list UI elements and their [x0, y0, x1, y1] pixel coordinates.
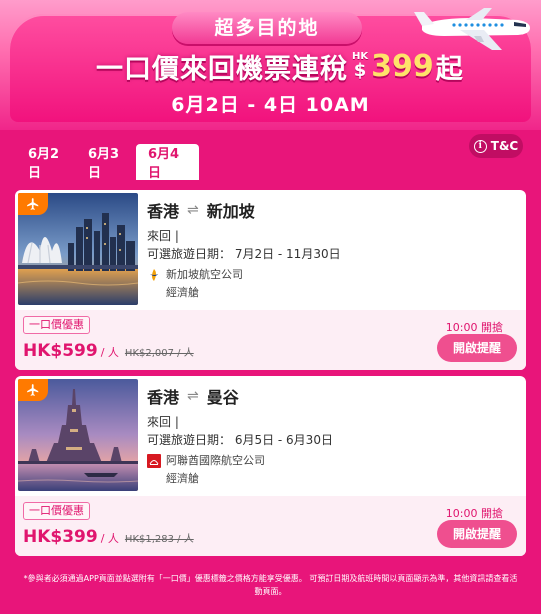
origin-city: 香港	[147, 388, 180, 407]
per-person: / 人	[100, 346, 119, 359]
price-row: HK$599 / 人 HK$2,007 / 人	[23, 341, 194, 361]
airline-info: 阿聯酋國際航空公司 經濟艙	[147, 452, 265, 488]
route: 香港 ⇌ 曼谷	[147, 384, 239, 408]
cabin-class: 經濟艙	[166, 286, 199, 299]
airline-name: 新加坡航空公司	[166, 268, 243, 281]
destination-city: 新加坡	[206, 202, 255, 221]
destination-city: 曼谷	[206, 388, 239, 407]
deal-tag: 一口價優惠	[23, 502, 90, 520]
promo-banner: 超多目的地 一口價來回機票連稅 HK $ 399 起 6月2日 - 4日 10A…	[0, 0, 541, 130]
deal-price: HK$399	[23, 527, 98, 547]
currency-symbol: $	[353, 60, 367, 81]
banner-subtitle: 超多目的地	[172, 12, 362, 44]
per-person: / 人	[100, 532, 119, 545]
set-reminder-button[interactable]: 開啟提醒	[437, 334, 517, 362]
trip-type: 來回 |	[147, 415, 179, 429]
route: 香港 ⇌ 新加坡	[147, 198, 255, 222]
deal-price-panel: 一口價優惠 HK$399 / 人 HK$1,283 / 人 10:00 開搶 開…	[15, 496, 526, 556]
tab-jun-2[interactable]: 6月2日	[16, 144, 74, 181]
plane-icon	[18, 193, 48, 215]
singapore-skyline-photo	[18, 193, 138, 305]
promo-page: 超多目的地 一口價來回機票連稅 HK $ 399 起 6月2日 - 4日 10A…	[0, 0, 541, 614]
open-time: 10:00 開搶	[445, 321, 503, 334]
original-price: HK$1,283 / 人	[124, 534, 194, 545]
date-tabs: 6月2日 6月3日 6月4日	[16, 144, 201, 181]
bangkok-temple-photo	[18, 379, 138, 491]
tab-jun-3[interactable]: 6月3日	[76, 144, 134, 181]
currency-mark: HK $	[352, 52, 368, 80]
original-price: HK$2,007 / 人	[124, 348, 194, 359]
emirates-logo	[147, 454, 161, 468]
plane-icon	[18, 379, 48, 401]
footer-disclaimer: *參與者必須通過APP頁面並點選附有「一口價」優惠標籤之價格方能享受優惠。 可預…	[23, 574, 518, 596]
deal-price: HK$599	[23, 341, 98, 361]
deal-price-panel: 一口價優惠 HK$599 / 人 HK$2,007 / 人 10:00 開搶 開…	[15, 310, 526, 370]
banner-headline: 一口價來回機票連稅 HK $ 399 起	[96, 46, 463, 86]
travel-dates: 可選旅遊日期： 6月5日 - 6月30日	[147, 433, 333, 447]
airline-info: 新加坡航空公司 經濟艙	[147, 266, 243, 302]
banner-date-range: 6月2日 - 4日 10AM	[171, 94, 370, 116]
travel-dates: 可選旅遊日期： 7月2日 - 11月30日	[147, 247, 341, 261]
round-trip-arrows: ⇌	[187, 202, 199, 218]
tab-jun-4[interactable]: 6月4日	[136, 144, 199, 181]
open-time: 10:00 開搶	[445, 507, 503, 520]
airline-name: 阿聯酋國際航空公司	[166, 454, 265, 467]
origin-city: 香港	[147, 202, 180, 221]
cabin-class: 經濟艙	[166, 472, 199, 485]
airplane-illustration	[414, 8, 530, 50]
tnc-button[interactable]: i T&C	[469, 134, 523, 158]
trip-type: 來回 |	[147, 229, 179, 243]
set-reminder-button[interactable]: 開啟提醒	[437, 520, 517, 548]
tnc-label: T&C	[490, 139, 519, 153]
singapore-airlines-logo	[150, 269, 158, 281]
deal-card-singapore[interactable]: 香港 ⇌ 新加坡 來回 | 可選旅遊日期： 7月2日 - 11月30日 新加坡航…	[15, 190, 526, 370]
round-trip-arrows: ⇌	[187, 388, 199, 404]
deal-tag: 一口價優惠	[23, 316, 90, 334]
deal-card-bangkok[interactable]: 香港 ⇌ 曼谷 來回 | 可選旅遊日期： 6月5日 - 6月30日 阿聯酋國際航…	[15, 376, 526, 556]
info-icon: i	[473, 139, 487, 153]
price-row: HK$399 / 人 HK$1,283 / 人	[23, 527, 194, 547]
banner-headline-text: 一口價來回機票連稅	[96, 53, 348, 85]
